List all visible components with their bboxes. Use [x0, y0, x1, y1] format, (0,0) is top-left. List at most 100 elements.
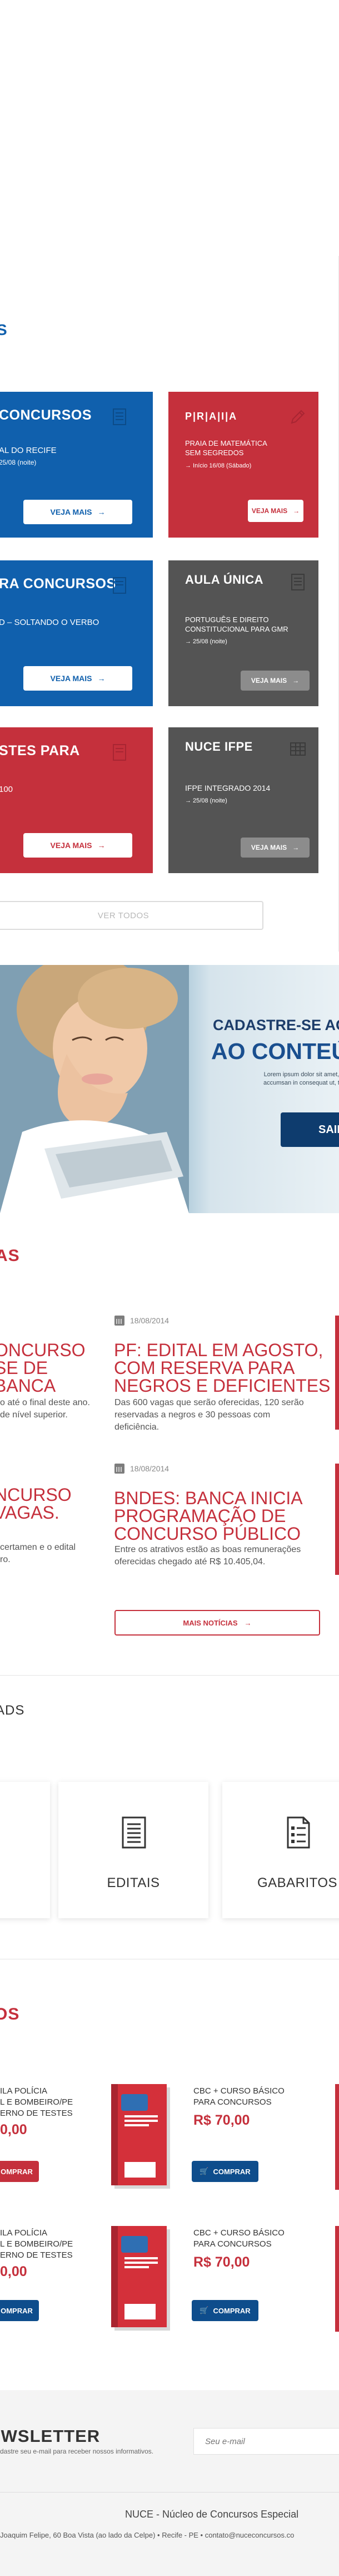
news-title-line: BANCA: [0, 1376, 56, 1396]
product-price: 0,00: [0, 2122, 27, 2137]
arrow-right-icon: →: [244, 1618, 252, 1627]
product-name[interactable]: CBC + CURSO BÁSICO PARA CONCURSOS: [193, 2228, 285, 2250]
product-name-line: PARA CONCURSOS: [193, 2097, 272, 2107]
news-title-line: VAGAS.: [0, 1503, 59, 1523]
products-section-title: OS: [0, 2005, 20, 2023]
page: S CONCURSOS AL DO RECIFE 25/08 (noite) V…: [0, 0, 339, 2576]
book-cover-image: [111, 2226, 170, 2331]
news-excerpt-line: ro.: [0, 1555, 11, 1564]
news-title[interactable]: BNDES: BANCA INICIA PROGRAMAÇÃO DE CONCU…: [114, 1489, 303, 1543]
section-divider: [0, 1675, 339, 1676]
product-name[interactable]: ILA POLÍCIA L E BOMBEIRO/PE ERNO DE TEST…: [0, 2228, 73, 2261]
product-price: 0,00: [0, 2264, 27, 2279]
newsletter-title: EWSLETTER: [0, 2426, 101, 2446]
arrow-right-icon: →: [292, 677, 300, 684]
news-title-line: COM RESERVA PARA: [114, 1358, 295, 1378]
product-price: R$ 70,00: [193, 2112, 250, 2128]
book-cover-image: [111, 2084, 170, 2189]
arrow-right-icon: →: [97, 508, 106, 516]
see-more-button[interactable]: VEJA MAIS →: [241, 671, 310, 691]
woman-with-laptop-image: [0, 965, 189, 1213]
course-card-6[interactable]: NUCE IFPE IFPE INTEGRADO 2014 → 25/08 (n…: [168, 727, 318, 873]
download-card-gabaritos[interactable]: GABARITOS: [222, 1782, 339, 1918]
buy-button[interactable]: OMPRAR: [0, 2300, 39, 2321]
cart-icon: 🛒: [200, 2167, 209, 2175]
pencil-icon: [288, 407, 307, 426]
news-excerpt-line: Entre os atrativos estão as boas remuner…: [114, 1545, 301, 1554]
course-card-title: STES PARA: [0, 743, 80, 758]
see-more-button[interactable]: VEJA MAIS →: [248, 500, 303, 522]
arrow-right-icon: →: [293, 507, 300, 515]
product-price: R$ 70,00: [193, 2254, 250, 2270]
arrow-right-icon: →: [97, 841, 106, 850]
news-excerpt-line: Das 600 vagas que serão oferecidas, 120 …: [114, 1398, 304, 1407]
news-excerpt-line: deficiência.: [114, 1422, 159, 1432]
buy-button[interactable]: 🛒 COMPRAR: [192, 2161, 258, 2182]
news-excerpt: o até o final deste ano. de nível superi…: [0, 1397, 90, 1421]
next-product-peek: [335, 2226, 339, 2332]
course-card-5[interactable]: STES PARA 100 VEJA MAIS →: [0, 727, 153, 873]
see-more-label: VEJA MAIS: [50, 841, 92, 850]
news-excerpt-line: oferecidas chegado até R$ 10.405,04.: [114, 1557, 266, 1567]
see-all-button[interactable]: VER TODOS: [0, 901, 263, 930]
news-title-line: SE DE: [0, 1358, 48, 1378]
course-card-line: D – SOLTANDO O VERBO: [0, 618, 99, 627]
course-card-title: RA CONCURSOS: [0, 576, 116, 592]
banner-text: accumsan in consequat ut, tinc: [263, 1080, 339, 1086]
course-card-line: 100: [0, 785, 13, 794]
course-card-4[interactable]: AULA ÚNICA PORTUGUÊS E DIREITO CONSTITUC…: [168, 560, 318, 706]
course-card-line: CONSTITUCIONAL PARA GMR: [185, 625, 288, 633]
newsletter-email-input[interactable]: [193, 2428, 339, 2455]
news-title-line: NEGROS E DEFICIENTES: [114, 1376, 331, 1396]
news-title[interactable]: NCURSO VAGAS.: [0, 1486, 72, 1521]
course-card-line: IFPE INTEGRADO 2014: [185, 784, 271, 792]
product-name-line: ILA POLÍCIA: [0, 2086, 48, 2096]
banner-caption: CADASTRE-SE AG: [213, 1017, 339, 1033]
download-card-editais[interactable]: EDITAIS: [58, 1782, 208, 1918]
next-product-peek: [335, 2084, 339, 2190]
news-excerpt-line: de nível superior.: [0, 1410, 68, 1420]
course-card-date: 25/08 (noite): [0, 459, 37, 466]
document-icon: [110, 743, 129, 762]
see-more-button[interactable]: VEJA MAIS →: [241, 838, 310, 858]
news-title[interactable]: ONCURSO SE DE BANCA: [0, 1341, 86, 1395]
see-more-label: VEJA MAIS: [251, 677, 287, 684]
see-more-button[interactable]: VEJA MAIS →: [23, 500, 132, 524]
see-more-button[interactable]: VEJA MAIS →: [23, 666, 132, 691]
course-card-3[interactable]: RA CONCURSOS D – SOLTANDO O VERBO VEJA M…: [0, 560, 153, 706]
news-title-line: ONCURSO: [0, 1340, 86, 1360]
download-card-label: GABARITOS: [257, 1875, 338, 1890]
course-card-2[interactable]: P|R|A|I|A PRAIA DE MATEMÁTICA SEM SEGRED…: [168, 392, 318, 538]
product-name-line: ERNO DE TESTES: [0, 2109, 73, 2118]
product-name[interactable]: CBC + CURSO BÁSICO PARA CONCURSOS: [193, 2086, 285, 2108]
news-excerpt-line: certamen e o edital: [0, 1543, 76, 1552]
grid-icon: [288, 740, 307, 758]
product-name-line: ERNO DE TESTES: [0, 2250, 73, 2260]
news-title-line: PROGRAMAÇÃO DE: [114, 1506, 286, 1526]
course-card-1[interactable]: CONCURSOS AL DO RECIFE 25/08 (noite) VEJ…: [0, 392, 153, 538]
document-list-icon: [122, 1816, 146, 1849]
courses-section-title: S: [0, 321, 8, 338]
news-title-line: PF: EDITAL EM AGOSTO,: [114, 1340, 323, 1360]
see-more-button[interactable]: VEJA MAIS →: [23, 833, 132, 858]
more-news-button[interactable]: MAIS NOTÍCIAS →: [114, 1610, 320, 1636]
buy-button[interactable]: 🛒 COMPRAR: [192, 2300, 258, 2321]
product-name[interactable]: ILA POLÍCIA L E BOMBEIRO/PE ERNO DE TEST…: [0, 2086, 73, 2119]
news-title[interactable]: PF: EDITAL EM AGOSTO, COM RESERVA PARA N…: [114, 1341, 330, 1395]
news-excerpt: certamen e o edital ro.: [0, 1541, 76, 1566]
see-more-label: VEJA MAIS: [251, 507, 288, 515]
buy-button[interactable]: OMPRAR: [0, 2161, 39, 2182]
news-title-line: NCURSO: [0, 1485, 72, 1505]
download-card-label: EDITAIS: [107, 1875, 160, 1890]
banner-button[interactable]: SAIB: [281, 1112, 339, 1147]
news-date-text: 18/08/2014: [130, 1464, 170, 1473]
checklist-icon: [287, 1816, 310, 1849]
news-date: 18/08/2014: [114, 1464, 169, 1474]
downloads-section-title: ADS: [0, 1703, 25, 1718]
see-more-label: VEJA MAIS: [251, 844, 287, 851]
news-excerpt: Das 600 vagas que serão oferecidas, 120 …: [114, 1397, 304, 1434]
document-icon: [110, 407, 129, 426]
download-card-partial[interactable]: [0, 1782, 50, 1918]
buy-button-label: COMPRAR: [213, 2306, 251, 2315]
course-card-date: → 25/08 (noite): [185, 638, 227, 645]
